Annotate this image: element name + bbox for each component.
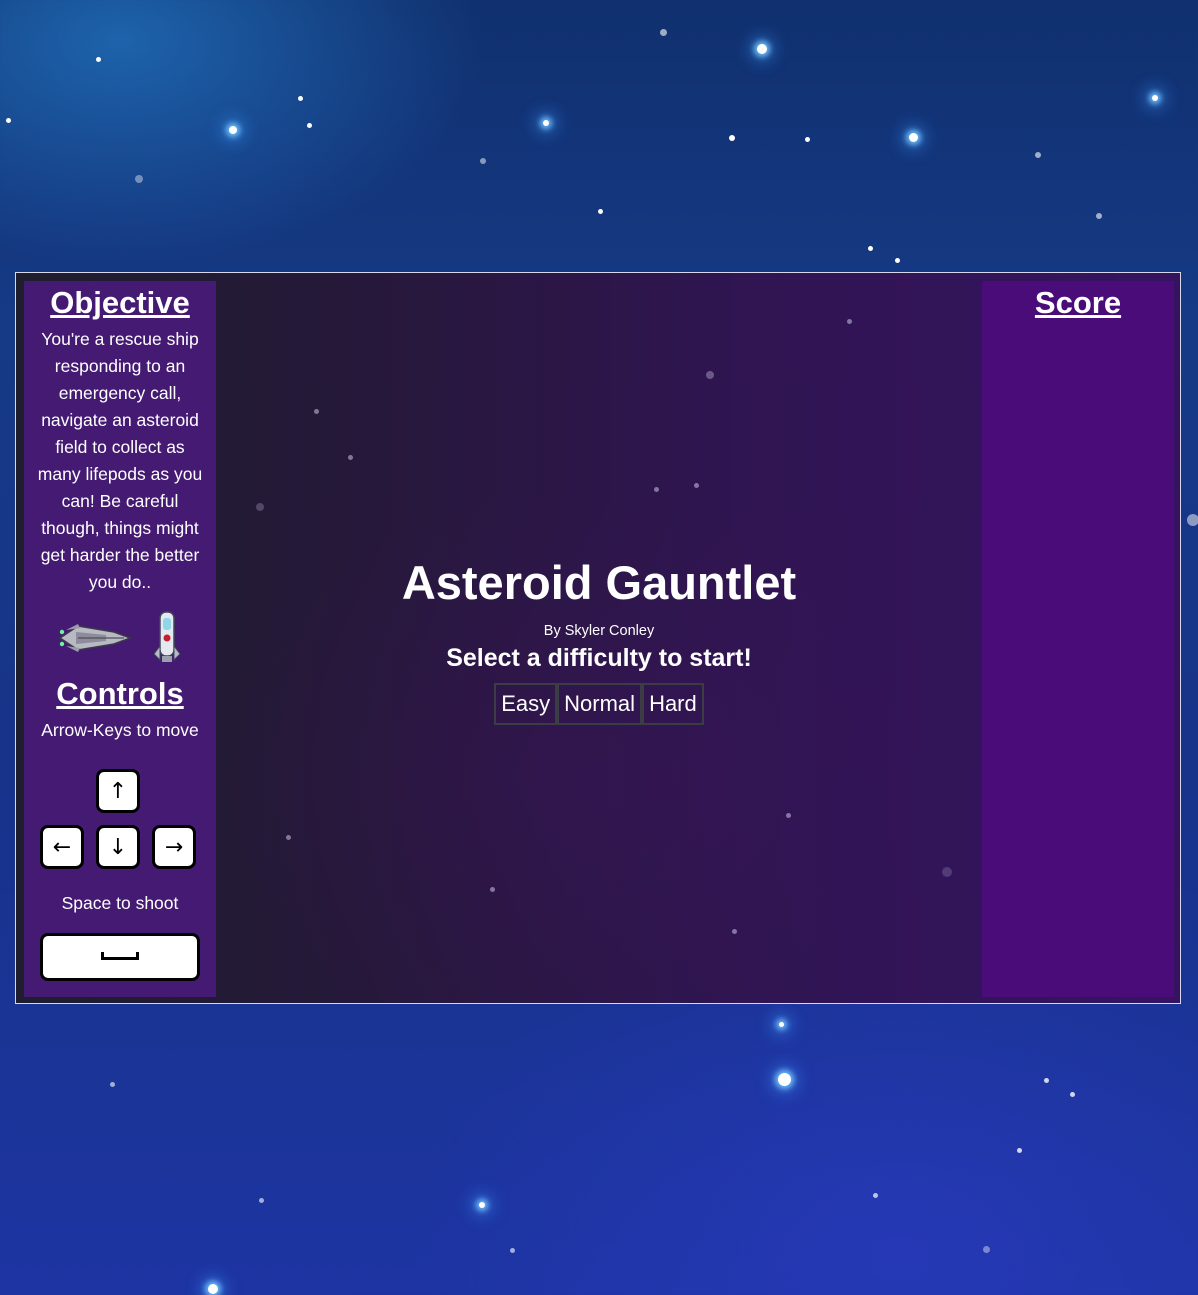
- game-title: Asteroid Gauntlet: [401, 556, 797, 609]
- left-arrow-key: ←: [40, 825, 84, 869]
- difficulty-buttons: Easy Normal Hard: [236, 683, 962, 725]
- difficulty-prompt: Select a difficulty to start!: [446, 644, 752, 672]
- objective-text: You're a rescue ship responding to an em…: [37, 329, 203, 592]
- hard-button[interactable]: Hard: [642, 683, 704, 725]
- easy-button[interactable]: Easy: [494, 683, 558, 725]
- up-arrow-key: ↑: [96, 769, 140, 813]
- rescue-ship-icon: [58, 624, 132, 652]
- start-screen: Asteroid Gauntlet By Skyler Conley Selec…: [236, 553, 962, 725]
- space-bar-icon: [101, 952, 139, 960]
- sprite-preview: [24, 608, 216, 672]
- score-heading: Score: [1034, 285, 1122, 320]
- space-key: [40, 933, 200, 981]
- shoot-instructions: Space to shoot: [61, 893, 179, 913]
- lifepod-icon: [153, 611, 181, 662]
- move-instructions: Arrow-Keys to move: [41, 720, 199, 740]
- info-sidebar: Objective You're a rescue ship respondin…: [24, 281, 216, 997]
- down-arrow-key: ↓: [96, 825, 140, 869]
- normal-button[interactable]: Normal: [557, 683, 643, 725]
- author-byline: By Skyler Conley: [543, 623, 655, 639]
- game-frame: Objective You're a rescue ship respondin…: [15, 272, 1181, 1004]
- right-arrow-key: →: [152, 825, 196, 869]
- score-sidebar: Score: [982, 281, 1174, 997]
- objective-heading: Objective: [50, 285, 190, 320]
- controls-heading: Controls: [56, 676, 184, 711]
